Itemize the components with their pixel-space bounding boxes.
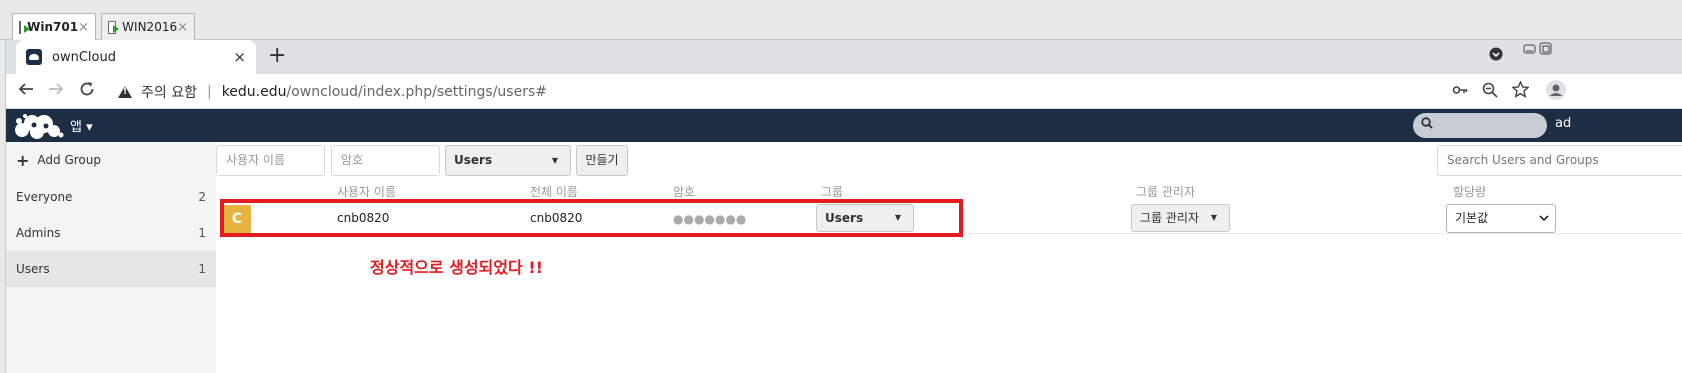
owncloud-logo-icon[interactable] <box>12 112 64 144</box>
reload-icon[interactable] <box>79 80 95 102</box>
user-group-admin-select[interactable]: 그룹 관리자 ▼ <box>1131 204 1230 232</box>
column-header-group-admin: 그룹 관리자 <box>1136 185 1196 199</box>
new-username-input[interactable]: 사용자 이름 <box>216 145 325 176</box>
user-menu[interactable]: ad <box>1555 116 1571 131</box>
key-icon[interactable] <box>1452 82 1468 102</box>
forward-arrow-icon[interactable] <box>48 80 64 102</box>
browser-tab-title: ownCloud <box>52 49 116 65</box>
new-user-group-select[interactable]: Users ▼ <box>445 145 571 176</box>
browser-tab-bar: ownCloud × + <box>6 40 1682 74</box>
url-field[interactable]: ! 주의 요함 | kedu.edu/owncloud/index.php/se… <box>118 79 547 104</box>
zoom-icon[interactable] <box>1482 82 1498 102</box>
group-select-value: Users <box>454 153 493 167</box>
address-bar: ! 주의 요함 | kedu.edu/owncloud/index.php/se… <box>6 74 1682 109</box>
group-count: 1 <box>198 226 206 240</box>
user-quota-select[interactable]: 기본값 <box>1446 204 1556 233</box>
group-name: Admins <box>16 226 61 240</box>
add-group-label: Add Group <box>37 153 101 167</box>
search-icon <box>1421 117 1433 132</box>
plus-icon: + <box>16 150 30 170</box>
browser-tab-owncloud[interactable]: ownCloud × <box>16 40 256 74</box>
search-users-input[interactable]: Search Users and Groups <box>1437 145 1682 176</box>
vm-tab-win2016[interactable]: WIN2016 × <box>101 13 195 40</box>
sidebar-item-everyone[interactable]: Everyone 2 <box>6 179 216 215</box>
column-header-quota: 할당량 <box>1453 185 1487 199</box>
profile-avatar-icon[interactable] <box>1546 80 1566 104</box>
group-sidebar: + Add Group Everyone 2 Admins 1 Users 1 <box>6 142 216 373</box>
vm-tab-close-icon[interactable]: × <box>177 20 188 35</box>
column-header-username: 사용자 이름 <box>337 185 397 199</box>
annotation-text: 정상적으로 생성되었다 !! <box>370 258 543 277</box>
security-label[interactable]: 주의 요함 <box>141 82 197 102</box>
group-name: Users <box>16 262 50 276</box>
column-header-password: 암호 <box>673 185 696 199</box>
back-arrow-icon[interactable] <box>18 80 34 102</box>
bookmark-star-icon[interactable] <box>1511 80 1530 102</box>
user-quota-value: 기본값 <box>1455 211 1489 225</box>
chevron-down-icon <box>1539 205 1549 242</box>
group-name: Everyone <box>16 190 73 204</box>
vm-tab-label: WIN2016 <box>122 20 178 34</box>
owncloud-header: 앱 ▾ ad <box>6 109 1682 142</box>
warning-icon: ! <box>118 85 132 98</box>
create-user-button[interactable]: 만들기 <box>576 145 628 176</box>
dropdown-caret-icon: ▼ <box>551 156 558 165</box>
vm-tab-strip: Win701 × WIN2016 × <box>0 0 1682 40</box>
group-count: 2 <box>198 190 206 204</box>
vm-icon <box>19 20 31 34</box>
group-count: 1 <box>198 262 206 276</box>
url-path: /owncloud/index.php/settings/users# <box>286 83 547 100</box>
url-separator: | <box>206 83 212 100</box>
tab-search-icon[interactable] <box>1489 47 1503 65</box>
tab-close-icon[interactable]: × <box>233 48 246 66</box>
dropdown-caret-icon: ▼ <box>1210 213 1217 222</box>
new-password-input[interactable]: 암호 <box>331 145 440 176</box>
vm-icon <box>108 20 120 34</box>
sidebar-item-users[interactable]: Users 1 <box>6 251 216 287</box>
sidebar-item-admins[interactable]: Admins 1 <box>6 215 216 251</box>
highlight-box <box>220 199 963 237</box>
column-header-groups: 그룹 <box>821 185 844 199</box>
new-tab-button[interactable]: + <box>268 43 286 68</box>
vm-tab-close-icon[interactable]: × <box>78 20 89 35</box>
minimize-window-icon[interactable] <box>1520 42 1554 60</box>
column-header-fullname: 전체 이름 <box>530 185 578 199</box>
add-group-button[interactable]: + Add Group <box>6 142 216 178</box>
user-group-admin-value: 그룹 관리자 <box>1140 211 1200 225</box>
owncloud-favicon-icon <box>26 49 42 65</box>
vm-tab-win701[interactable]: Win701 × <box>12 13 96 40</box>
vm-tab-label: Win701 <box>27 20 79 34</box>
header-search-input[interactable] <box>1413 113 1547 138</box>
apps-menu[interactable]: 앱 ▾ <box>70 116 93 135</box>
url-host: kedu.edu <box>221 83 287 100</box>
